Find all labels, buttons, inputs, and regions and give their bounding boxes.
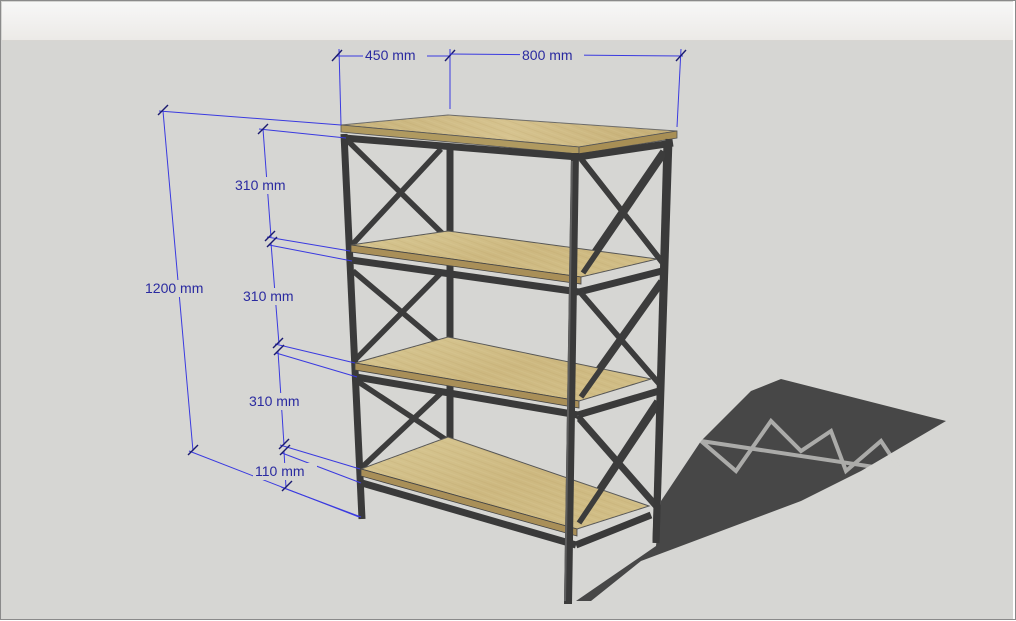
shelf-gap-2-label: 310 mm bbox=[243, 288, 294, 304]
left-side-braces bbox=[346, 139, 450, 474]
sketchup-window: 450 mm 800 mm 1200 mm 310 mm 310 mm 310 … bbox=[0, 0, 1016, 620]
depth-label: 450 mm bbox=[365, 47, 416, 63]
shelf-1 bbox=[350, 230, 663, 296]
floor-shadow bbox=[576, 379, 946, 601]
width-label: 800 mm bbox=[522, 47, 573, 63]
total-height-label: 1200 mm bbox=[145, 280, 203, 296]
shelf-gap-3-label: 310 mm bbox=[249, 393, 300, 409]
shelf-gap-1-label: 310 mm bbox=[235, 177, 286, 193]
model-drawing: 450 mm 800 mm 1200 mm 310 mm 310 mm 310 … bbox=[143, 47, 946, 605]
right-panel-front-braces bbox=[576, 151, 668, 525]
front-left-post bbox=[340, 133, 366, 520]
bottom-gap-label: 110 mm bbox=[255, 463, 305, 479]
